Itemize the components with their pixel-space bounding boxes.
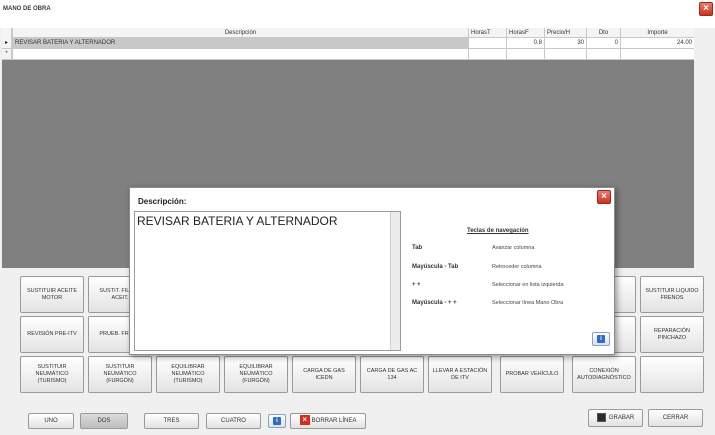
col-header-descripcion[interactable]: Descripción bbox=[12, 28, 468, 37]
cell-horasf[interactable] bbox=[506, 49, 544, 59]
col-header-precioh[interactable]: Precio/H bbox=[544, 28, 586, 37]
quick-button[interactable] bbox=[640, 356, 704, 393]
cell-descripcion[interactable]: REVISAR BATERIA Y ALTERNADOR bbox=[12, 38, 468, 48]
nav-key: Mayúscula - Tab bbox=[412, 264, 459, 270]
nav-desc: Seleccionar en lista izquierda bbox=[492, 282, 564, 288]
description-text: REVISAR BATERIA Y ALTERNADOR bbox=[137, 214, 338, 228]
dialog-title: Descripción: bbox=[138, 197, 187, 206]
dialog-info-button[interactable]: i bbox=[592, 332, 610, 346]
window-close-button[interactable]: × bbox=[699, 2, 713, 16]
quick-button[interactable]: CARGA DE GAS AC 134 bbox=[360, 356, 424, 393]
navigation-keys-title: Teclas de navegación bbox=[467, 228, 529, 234]
cell-descripcion[interactable] bbox=[12, 49, 468, 59]
nav-desc: Seleccionar línea Mano Obra bbox=[492, 300, 564, 306]
header-indicator bbox=[2, 28, 12, 38]
cell-horasf[interactable]: 0.8 bbox=[506, 38, 544, 48]
nav-key: + + bbox=[412, 282, 421, 288]
quick-button[interactable]: EQUILIBRAR NEUMÁTICO (FURGÓN) bbox=[224, 356, 288, 393]
cell-horast[interactable] bbox=[468, 38, 506, 48]
borrar-linea-button[interactable]: × BORRAR LÍNEA bbox=[290, 413, 366, 429]
cell-precioh[interactable]: 30 bbox=[544, 38, 586, 48]
mano-de-obra-window: MANO DE OBRA × Descripción HorasT HorasF… bbox=[0, 0, 715, 435]
nav-key: Mayúscula - + + bbox=[412, 300, 457, 306]
col-header-horast[interactable]: HorasT bbox=[468, 28, 506, 37]
borrar-label: BORRAR LÍNEA bbox=[311, 418, 357, 424]
quick-button[interactable]: LLEVAR A ESTACIÓN DE ITV bbox=[428, 356, 492, 393]
cell-importe[interactable] bbox=[620, 49, 694, 59]
cell-precioh[interactable] bbox=[544, 49, 586, 59]
window-title: MANO DE OBRA bbox=[3, 6, 51, 12]
cell-horast[interactable] bbox=[468, 49, 506, 59]
description-scrollbar[interactable] bbox=[390, 212, 400, 350]
quick-button[interactable]: SUSTITUIR NEUMÁTICO (TURISMO) bbox=[20, 356, 84, 393]
page-dos-button[interactable]: DOS bbox=[80, 413, 128, 429]
quick-button[interactable]: SUSTITUIR ACEITE MOTOR bbox=[20, 276, 84, 313]
info-button[interactable]: i bbox=[268, 414, 286, 428]
table-row[interactable]: * bbox=[2, 49, 694, 60]
quick-button[interactable]: EQUILIBRAR NEUMÁTICO (TURISMO) bbox=[156, 356, 220, 393]
quick-button[interactable]: PROBAR VEHÍCULO bbox=[500, 356, 564, 393]
quick-button[interactable]: REPARACIÓN PINCHAZO bbox=[640, 316, 704, 353]
description-textarea[interactable]: REVISAR BATERIA Y ALTERNADOR bbox=[134, 211, 401, 351]
quick-button[interactable]: SUSTITUIR LIQUIDO FRENOS bbox=[640, 276, 704, 313]
info-icon: i bbox=[597, 335, 605, 343]
page-tres-button[interactable]: TRES bbox=[144, 413, 199, 429]
col-header-dto[interactable]: Dto bbox=[586, 28, 620, 37]
nav-desc: Retroceder columna bbox=[492, 264, 542, 270]
table-row[interactable]: ▸ REVISAR BATERIA Y ALTERNADOR 0.8 30 0 … bbox=[2, 38, 694, 49]
cell-importe[interactable]: 24.00 bbox=[620, 38, 694, 48]
grabar-button[interactable]: GRABAR bbox=[588, 409, 643, 427]
save-icon bbox=[596, 412, 606, 422]
description-dialog: Descripción: × REVISAR BATERIA Y ALTERNA… bbox=[129, 187, 615, 355]
dialog-close-button[interactable]: × bbox=[597, 190, 611, 204]
cell-dto[interactable]: 0 bbox=[586, 38, 620, 48]
quick-button[interactable]: CONEXIÓN AUTODIAGNÓSTICO bbox=[572, 356, 636, 393]
quick-button[interactable]: SUSTITUIR NEUMÁTICO (FURGÓN) bbox=[88, 356, 152, 393]
cerrar-button[interactable]: CERRAR bbox=[648, 409, 703, 427]
col-header-horasf[interactable]: HorasF bbox=[506, 28, 544, 37]
quick-button[interactable]: CARGA DE GAS ICEDN bbox=[292, 356, 356, 393]
quick-button[interactable]: REVISIÓN PRE-ITV bbox=[20, 316, 84, 353]
title-bar: MANO DE OBRA × bbox=[0, 0, 715, 28]
delete-icon: × bbox=[299, 415, 310, 426]
row-indicator: ▸ bbox=[2, 38, 12, 48]
page-cuatro-button[interactable]: CUATRO bbox=[206, 413, 261, 429]
nav-desc: Avanzar columna bbox=[492, 245, 535, 251]
col-header-importe[interactable]: Importe bbox=[620, 28, 694, 37]
grid-header: Descripción HorasT HorasF Precio/H Dto I… bbox=[2, 28, 694, 38]
grabar-label: GRABAR bbox=[608, 415, 635, 421]
info-icon: i bbox=[273, 417, 281, 425]
page-uno-button[interactable]: UNO bbox=[28, 413, 74, 429]
new-row-indicator: * bbox=[2, 49, 12, 59]
cell-dto[interactable] bbox=[586, 49, 620, 59]
nav-key: Tab bbox=[412, 245, 423, 251]
